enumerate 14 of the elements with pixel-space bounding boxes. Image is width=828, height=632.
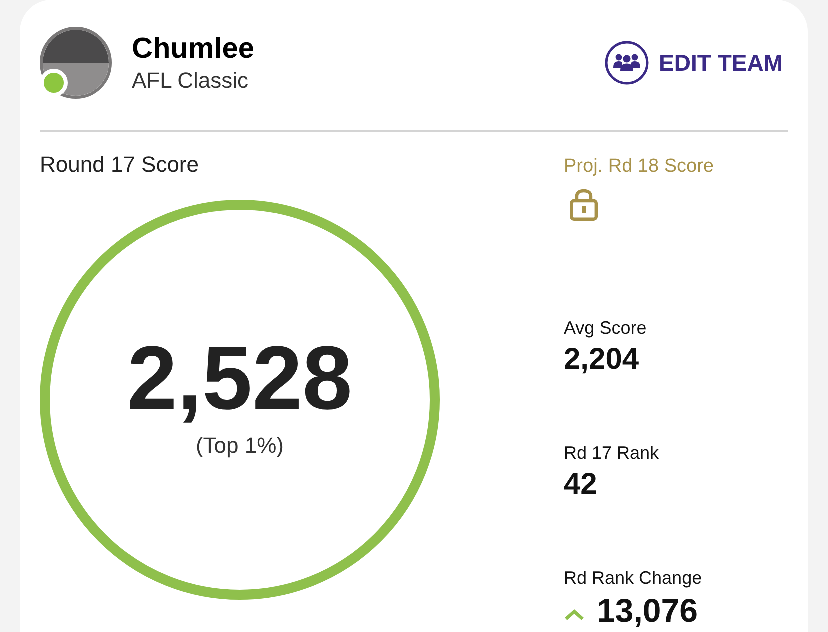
stat-label: Avg Score	[564, 317, 647, 339]
stat-value: 42	[564, 469, 598, 501]
stat-value: 2,204	[564, 344, 640, 376]
people-icon	[605, 41, 650, 85]
score-percentile: (Top 1%)	[196, 433, 284, 459]
competition-name: AFL Classic	[132, 68, 249, 94]
round-score-label: Round 17 Score	[40, 152, 199, 178]
team-name: Chumlee	[132, 32, 254, 64]
stat-label: Rd Rank Change	[564, 567, 702, 589]
round-score-value: 2,528	[127, 331, 353, 427]
edit-team-button[interactable]: EDIT TEAM	[605, 41, 783, 85]
stat-label: Rd 17 Rank	[564, 442, 660, 464]
projected-score-label: Proj. Rd 18 Score	[564, 155, 714, 178]
stat-value: 13,076	[597, 594, 698, 628]
